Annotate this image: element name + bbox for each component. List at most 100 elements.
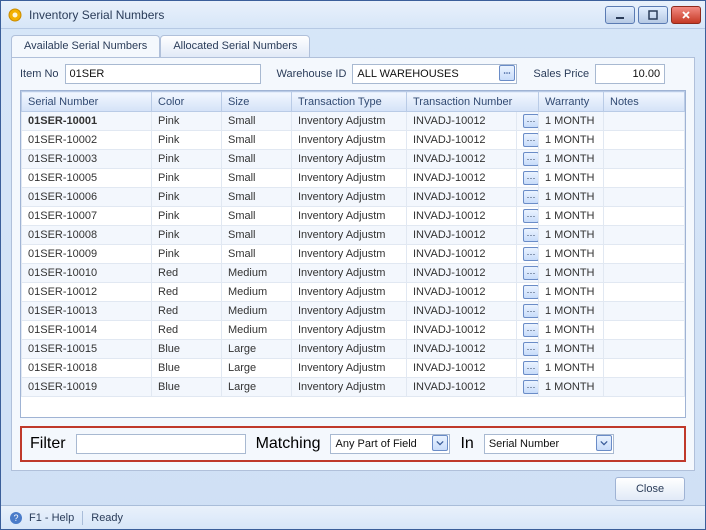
titlebar: Inventory Serial Numbers: [1, 1, 705, 29]
col-serial-number[interactable]: Serial Number: [22, 92, 152, 112]
lookup-cell[interactable]: ⋯: [517, 359, 539, 378]
cell: [604, 283, 685, 302]
help-text[interactable]: F1 - Help: [29, 512, 74, 524]
ellipsis-button[interactable]: ⋯: [523, 190, 539, 204]
help-icon[interactable]: ?: [9, 511, 23, 525]
tab-allocated[interactable]: Allocated Serial Numbers: [160, 35, 310, 58]
cell: Medium: [222, 302, 292, 321]
minimize-button[interactable]: [605, 6, 635, 24]
ellipsis-button[interactable]: ⋯: [523, 133, 539, 147]
status-ready: Ready: [91, 512, 123, 524]
ellipsis-button[interactable]: ⋯: [523, 304, 539, 318]
ellipsis-button[interactable]: ⋯: [523, 342, 539, 356]
ellipsis-button[interactable]: ⋯: [523, 228, 539, 242]
serial-grid[interactable]: Serial Number Color Size Transaction Typ…: [20, 90, 686, 418]
cell: Red: [152, 264, 222, 283]
table-row[interactable]: 01SER-10019BlueLargeInventory AdjustmINV…: [22, 378, 685, 397]
sales-price-input[interactable]: [595, 64, 665, 84]
col-notes[interactable]: Notes: [604, 92, 685, 112]
matching-select[interactable]: [330, 434, 450, 454]
maximize-button[interactable]: [638, 6, 668, 24]
cell: Inventory Adjustm: [292, 378, 407, 397]
cell: Medium: [222, 321, 292, 340]
ellipsis-button[interactable]: ⋯: [523, 152, 539, 166]
cell: 01SER-10005: [22, 169, 152, 188]
lookup-cell[interactable]: ⋯: [517, 226, 539, 245]
tab-available[interactable]: Available Serial Numbers: [11, 35, 160, 58]
table-row[interactable]: 01SER-10015BlueLargeInventory AdjustmINV…: [22, 340, 685, 359]
table-row[interactable]: 01SER-10003PinkSmallInventory AdjustmINV…: [22, 150, 685, 169]
ellipsis-button[interactable]: ⋯: [523, 285, 539, 299]
cell: Blue: [152, 340, 222, 359]
lookup-cell[interactable]: ⋯: [517, 378, 539, 397]
table-row[interactable]: 01SER-10006PinkSmallInventory AdjustmINV…: [22, 188, 685, 207]
ellipsis-button[interactable]: ⋯: [523, 361, 539, 375]
ellipsis-button[interactable]: ⋯: [523, 380, 539, 394]
lookup-cell[interactable]: ⋯: [517, 302, 539, 321]
cell: Red: [152, 321, 222, 340]
lookup-cell[interactable]: ⋯: [517, 169, 539, 188]
item-no-input[interactable]: [65, 64, 261, 84]
lookup-cell[interactable]: ⋯: [517, 131, 539, 150]
cell: Pink: [152, 188, 222, 207]
ellipsis-button[interactable]: ⋯: [523, 323, 539, 337]
table-row[interactable]: 01SER-10005PinkSmallInventory AdjustmINV…: [22, 169, 685, 188]
col-size[interactable]: Size: [222, 92, 292, 112]
cell: Inventory Adjustm: [292, 150, 407, 169]
lookup-cell[interactable]: ⋯: [517, 188, 539, 207]
cell: 1 MONTH: [539, 245, 604, 264]
status-divider: [82, 511, 83, 525]
warehouse-value[interactable]: [352, 64, 517, 84]
close-button[interactable]: Close: [615, 477, 685, 501]
ellipsis-button[interactable]: ⋯: [523, 171, 539, 185]
lookup-cell[interactable]: ⋯: [517, 283, 539, 302]
cell: Inventory Adjustm: [292, 112, 407, 131]
ellipsis-button[interactable]: ⋯: [523, 247, 539, 261]
table-row[interactable]: 01SER-10007PinkSmallInventory AdjustmINV…: [22, 207, 685, 226]
filter-input[interactable]: [76, 434, 246, 454]
lookup-cell[interactable]: ⋯: [517, 112, 539, 131]
cell: 1 MONTH: [539, 264, 604, 283]
lookup-cell[interactable]: ⋯: [517, 207, 539, 226]
in-value[interactable]: [484, 434, 614, 454]
lookup-cell[interactable]: ⋯: [517, 321, 539, 340]
chevron-down-icon[interactable]: [596, 435, 612, 451]
table-row[interactable]: 01SER-10013RedMediumInventory AdjustmINV…: [22, 302, 685, 321]
in-select[interactable]: [484, 434, 614, 454]
table-row[interactable]: 01SER-10012RedMediumInventory AdjustmINV…: [22, 283, 685, 302]
ellipsis-button[interactable]: ⋯: [523, 209, 539, 223]
ellipsis-button[interactable]: ⋯: [523, 266, 539, 280]
tab-bar: Available Serial Numbers Allocated Seria…: [11, 35, 695, 58]
table-row[interactable]: 01SER-10018BlueLargeInventory AdjustmINV…: [22, 359, 685, 378]
cell: Inventory Adjustm: [292, 131, 407, 150]
cell: Inventory Adjustm: [292, 169, 407, 188]
table-row[interactable]: 01SER-10001PinkSmallInventory AdjustmINV…: [22, 112, 685, 131]
col-color[interactable]: Color: [152, 92, 222, 112]
col-warranty[interactable]: Warranty: [539, 92, 604, 112]
cell: Small: [222, 245, 292, 264]
ellipsis-button[interactable]: ⋯: [523, 114, 539, 128]
cell: 01SER-10012: [22, 283, 152, 302]
col-transaction-number[interactable]: Transaction Number: [407, 92, 539, 112]
cell: Blue: [152, 359, 222, 378]
col-transaction-type[interactable]: Transaction Type: [292, 92, 407, 112]
cell: INVADJ-10012: [407, 359, 517, 378]
cell: Large: [222, 340, 292, 359]
warehouse-select[interactable]: [352, 64, 517, 84]
close-window-button[interactable]: [671, 6, 701, 24]
lookup-cell[interactable]: ⋯: [517, 150, 539, 169]
table-row[interactable]: 01SER-10014RedMediumInventory AdjustmINV…: [22, 321, 685, 340]
lookup-cell[interactable]: ⋯: [517, 245, 539, 264]
lookup-cell[interactable]: ⋯: [517, 340, 539, 359]
dropdown-icon[interactable]: [499, 65, 515, 81]
table-row[interactable]: 01SER-10010RedMediumInventory AdjustmINV…: [22, 264, 685, 283]
cell: Inventory Adjustm: [292, 264, 407, 283]
cell: Inventory Adjustm: [292, 188, 407, 207]
lookup-cell[interactable]: ⋯: [517, 264, 539, 283]
chevron-down-icon[interactable]: [432, 435, 448, 451]
cell: INVADJ-10012: [407, 264, 517, 283]
cell: INVADJ-10012: [407, 283, 517, 302]
table-row[interactable]: 01SER-10009PinkSmallInventory AdjustmINV…: [22, 245, 685, 264]
table-row[interactable]: 01SER-10002PinkSmallInventory AdjustmINV…: [22, 131, 685, 150]
table-row[interactable]: 01SER-10008PinkSmallInventory AdjustmINV…: [22, 226, 685, 245]
